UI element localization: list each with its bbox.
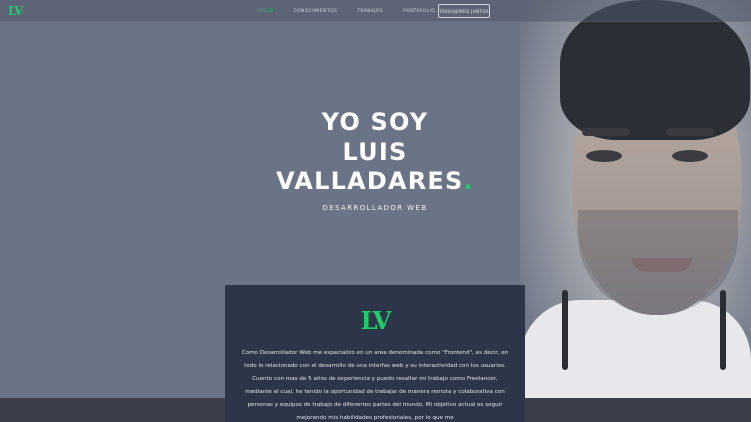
nav-link-inicio[interactable]: INICIO bbox=[257, 9, 273, 14]
brand-logo[interactable]: LV bbox=[8, 4, 23, 18]
photo-eye-right bbox=[672, 150, 708, 162]
hero-name: VALLADARES bbox=[276, 167, 464, 195]
work-together-button[interactable]: TRABAJEMOS JUNTOS bbox=[438, 4, 490, 18]
photo-brow-right bbox=[666, 128, 714, 136]
photo-mouth bbox=[632, 258, 692, 272]
photo-eye-left bbox=[586, 150, 622, 162]
nav-link-portafolio[interactable]: PORTAFOLIO bbox=[403, 9, 435, 14]
photo-collar-right bbox=[720, 290, 726, 370]
hero-title: YO SOY LUIS VALLADARES. bbox=[250, 108, 500, 197]
about-card: LV Como Desarrollador Web me especializo… bbox=[225, 285, 525, 422]
hero-line-1: YO SOY bbox=[321, 108, 429, 136]
profile-photo bbox=[520, 0, 751, 422]
hero-subtitle: DESARROLLADOR WEB bbox=[322, 204, 428, 212]
about-text: Como Desarrollador Web me especializo en… bbox=[241, 350, 509, 421]
nav-link-trabajos[interactable]: TRABAJOS bbox=[357, 9, 383, 14]
accent-dot: . bbox=[463, 167, 474, 195]
photo-collar-left bbox=[562, 290, 568, 370]
navbar: LV INICIO CONOCIMIENTOS TRABAJOS PORTAFO… bbox=[0, 0, 751, 22]
nav-links: INICIO CONOCIMIENTOS TRABAJOS PORTAFOLIO bbox=[257, 0, 455, 22]
hero-line-3: VALLADARES. bbox=[250, 167, 500, 197]
about-logo: LV bbox=[360, 306, 392, 335]
photo-brow-left bbox=[582, 128, 630, 136]
nav-link-conocimientos[interactable]: CONOCIMIENTOS bbox=[293, 9, 337, 14]
hero-line-2: LUIS bbox=[342, 137, 408, 166]
